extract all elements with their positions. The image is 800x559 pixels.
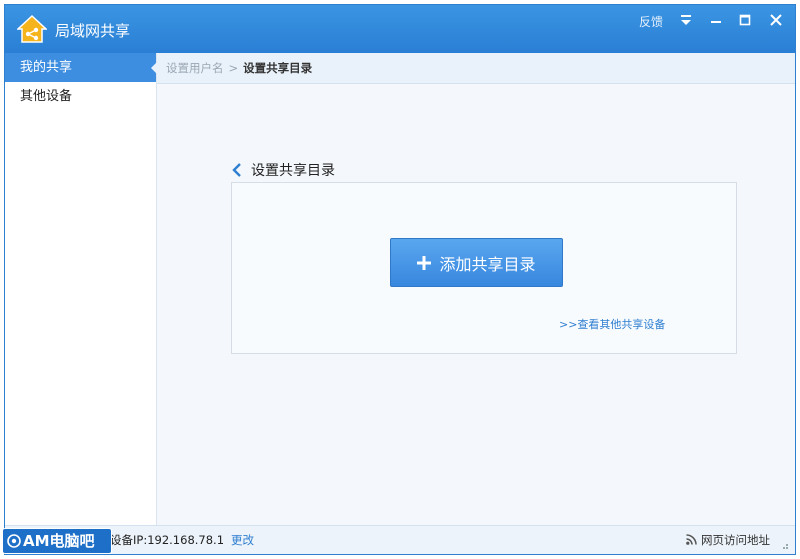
device-ip-text: 设备IP:192.168.78.1 xyxy=(110,533,225,547)
breadcrumb-parent[interactable]: 设置用户名 xyxy=(166,61,224,75)
feedback-button[interactable]: 反馈 xyxy=(639,13,663,30)
sidebar-item-other-devices[interactable]: 其他设备 xyxy=(5,82,156,111)
resize-grip-icon[interactable] xyxy=(779,540,789,550)
app-window: 局域网共享 反馈 我的共享 其他设备 设置用户名 > 设置共享目录 设置共享目录… xyxy=(4,4,796,555)
section-title: 设置共享目录 xyxy=(251,163,335,179)
sidebar: 我的共享 其他设备 xyxy=(5,53,157,525)
sidebar-item-my-shares[interactable]: 我的共享 xyxy=(5,53,157,82)
add-share-directory-label: 添加共享目录 xyxy=(439,254,536,274)
minimize-icon[interactable] xyxy=(705,11,727,29)
watermark-text: AM电脑吧 xyxy=(23,532,95,550)
plus-icon xyxy=(417,255,432,270)
add-share-directory-button[interactable]: 添加共享目录 xyxy=(390,238,563,287)
breadcrumb-current: 设置共享目录 xyxy=(243,61,313,75)
chevron-left-icon[interactable] xyxy=(231,162,243,178)
title-bar[interactable]: 局域网共享 反馈 xyxy=(5,5,795,53)
watermark-logo: AM电脑吧 xyxy=(2,528,112,554)
sidebar-item-label: 其他设备 xyxy=(20,89,73,104)
sidebar-item-label: 我的共享 xyxy=(20,60,73,75)
breadcrumb-separator: > xyxy=(228,61,239,75)
menu-dropdown-icon[interactable] xyxy=(675,11,697,29)
breadcrumb: 设置用户名 > 设置共享目录 xyxy=(157,53,795,84)
web-access-label: 网页访问地址 xyxy=(701,533,770,547)
close-icon[interactable] xyxy=(765,11,787,29)
watermark-icon xyxy=(7,534,21,548)
status-bar: 设备IP:192.168.78.1 更改 网页访问地址 xyxy=(5,525,795,554)
change-ip-link[interactable]: 更改 xyxy=(231,526,254,554)
web-access-link[interactable]: 网页访问地址 xyxy=(686,526,770,554)
view-other-devices-link[interactable]: >>查看其他共享设备 xyxy=(559,316,665,332)
app-title: 局域网共享 xyxy=(55,22,131,40)
share-directory-panel: 添加共享目录 >>查看其他共享设备 xyxy=(231,182,737,354)
maximize-icon[interactable] xyxy=(734,11,756,29)
home-share-logo-icon xyxy=(17,14,47,43)
rss-icon xyxy=(686,534,697,545)
